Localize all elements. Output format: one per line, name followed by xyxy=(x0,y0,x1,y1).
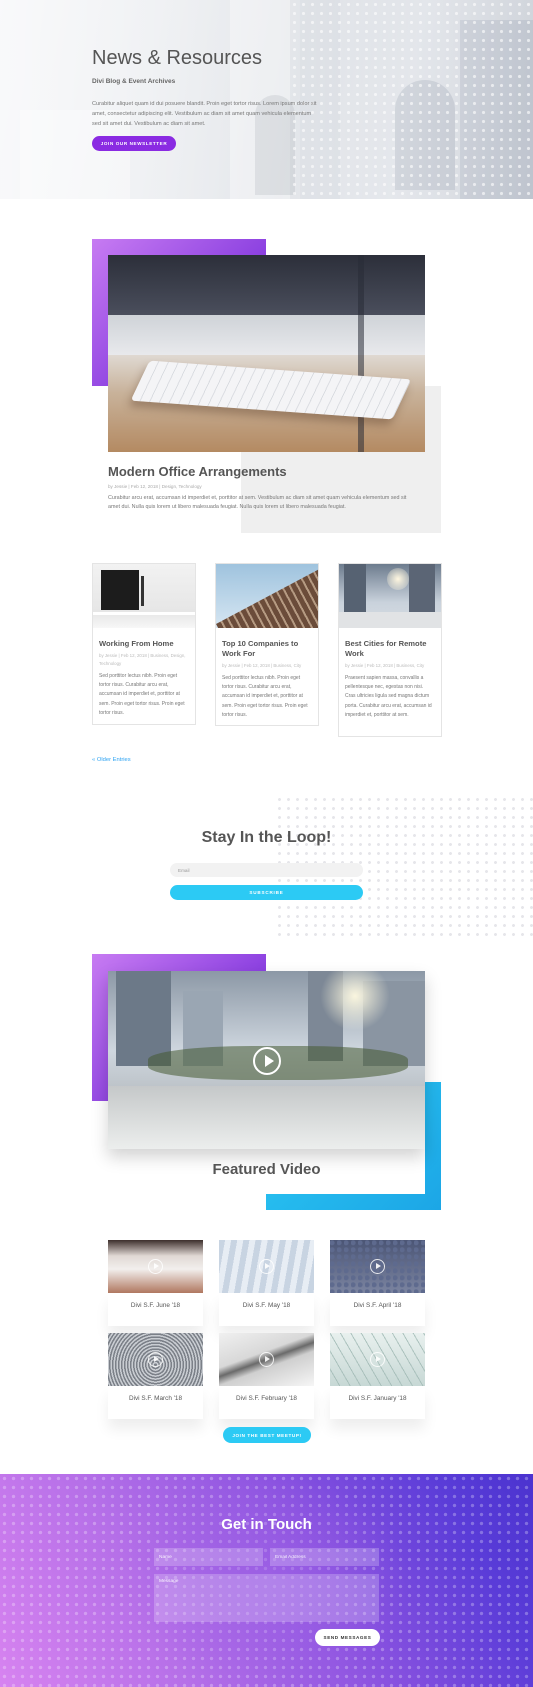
video-card-bg xyxy=(108,1293,203,1326)
street-shape xyxy=(108,1086,425,1149)
monitor-shape xyxy=(108,255,425,315)
play-icon[interactable] xyxy=(370,1259,385,1274)
video-label[interactable]: Divi S.F. April '18 xyxy=(330,1302,425,1309)
post-title[interactable]: Working From Home xyxy=(93,628,195,649)
hero-description: Curabitur aliquet quam id dui posuere bl… xyxy=(92,101,317,127)
play-icon[interactable] xyxy=(259,1352,274,1367)
video-label[interactable]: Divi S.F. May '18 xyxy=(219,1302,314,1309)
subscribe-button[interactable]: SUBSCRIBE xyxy=(170,885,363,900)
newsletter-email-input[interactable] xyxy=(170,863,363,877)
featured-video-title: Featured Video xyxy=(212,1161,321,1178)
video-label[interactable]: Divi S.F. June '18 xyxy=(108,1302,203,1309)
keyboard-shape xyxy=(130,360,412,420)
video-thumbnail[interactable] xyxy=(219,1333,314,1386)
video-card-bg xyxy=(330,1386,425,1419)
video-thumbnail[interactable] xyxy=(108,1240,203,1293)
skyscraper-shape xyxy=(344,564,366,614)
older-entries-link[interactable]: « Older Entries xyxy=(92,757,131,763)
sun-glare xyxy=(387,568,409,590)
post-image[interactable] xyxy=(216,564,318,628)
featured-post-excerpt: Curabitur arcu erat, accumsan id imperdi… xyxy=(108,495,407,510)
monitor-stand-shape xyxy=(108,315,425,355)
video-card-bg xyxy=(108,1386,203,1419)
newsletter-title: Stay In the Loop! xyxy=(201,829,332,846)
post-card: Top 10 Companies to Work For by Jessie |… xyxy=(215,563,319,726)
post-meta: by Jessie | Feb 12, 2018 | Business, Cit… xyxy=(222,663,302,668)
video-thumbnail[interactable] xyxy=(330,1333,425,1386)
video-card-bg xyxy=(219,1293,314,1326)
post-title[interactable]: Best Cities for Remote Work xyxy=(339,628,441,659)
featured-post-title[interactable]: Modern Office Arrangements xyxy=(108,464,287,479)
contact-message-input[interactable] xyxy=(154,1574,379,1622)
play-icon[interactable] xyxy=(370,1352,385,1367)
post-image[interactable] xyxy=(339,564,441,628)
video-label[interactable]: Divi S.F. February '18 xyxy=(219,1395,314,1402)
post-excerpt: Sed porttitor lectus nibh. Proin eget to… xyxy=(222,675,308,718)
video-thumbnail[interactable] xyxy=(108,1333,203,1386)
contact-email-input[interactable] xyxy=(270,1548,379,1566)
video-thumbnail[interactable] xyxy=(330,1240,425,1293)
lamp-shape xyxy=(141,576,144,606)
play-icon[interactable] xyxy=(148,1352,163,1367)
featured-post-image[interactable] xyxy=(108,255,425,452)
post-image[interactable] xyxy=(93,564,195,628)
video-label[interactable]: Divi S.F. March '18 xyxy=(108,1395,203,1402)
post-title[interactable]: Top 10 Companies to Work For xyxy=(216,628,318,659)
play-icon[interactable] xyxy=(148,1259,163,1274)
post-excerpt: Sed porttitor lectus nibh. Proin eget to… xyxy=(99,673,185,716)
send-messages-button[interactable]: SEND MESSAGES xyxy=(315,1629,380,1646)
contact-title: Get in Touch xyxy=(221,1516,312,1533)
video-label[interactable]: Divi S.F. January '18 xyxy=(330,1395,425,1402)
building-shape xyxy=(216,564,318,628)
page-subtitle: Divi Blog & Event Archives xyxy=(92,78,176,85)
video-card-bg xyxy=(330,1293,425,1326)
post-card: Best Cities for Remote Work by Jessie | … xyxy=(338,563,442,737)
stand-shape xyxy=(358,255,364,452)
video-card-bg xyxy=(219,1386,314,1419)
post-meta: by Jessie | Feb 12, 2018 | Business, Des… xyxy=(99,653,186,666)
join-meetup-button[interactable]: JOIN THE BEST MEETUP! xyxy=(223,1427,311,1443)
page-title: News & Resources xyxy=(92,47,263,69)
join-newsletter-button[interactable]: JOIN OUR NEWSLETTER xyxy=(92,136,176,151)
featured-post-meta: by Jessie | Feb 12, 2018 | Design, Techn… xyxy=(108,484,202,489)
post-card: Working From Home by Jessie | Feb 12, 20… xyxy=(92,563,196,725)
post-meta: by Jessie | Feb 12, 2018 | Business, Cit… xyxy=(345,663,425,668)
play-icon[interactable] xyxy=(259,1259,274,1274)
skyscraper-shape xyxy=(409,564,435,612)
play-icon[interactable] xyxy=(253,1047,281,1075)
monitor-shape xyxy=(101,570,139,610)
post-excerpt: Praesent sapien massa, convallis a pelle… xyxy=(345,675,432,718)
contact-name-input[interactable] xyxy=(154,1548,263,1566)
video-thumbnail[interactable] xyxy=(219,1240,314,1293)
street-shape xyxy=(339,612,441,628)
desk-shape xyxy=(93,612,195,615)
hero-dot-pattern xyxy=(290,0,533,199)
